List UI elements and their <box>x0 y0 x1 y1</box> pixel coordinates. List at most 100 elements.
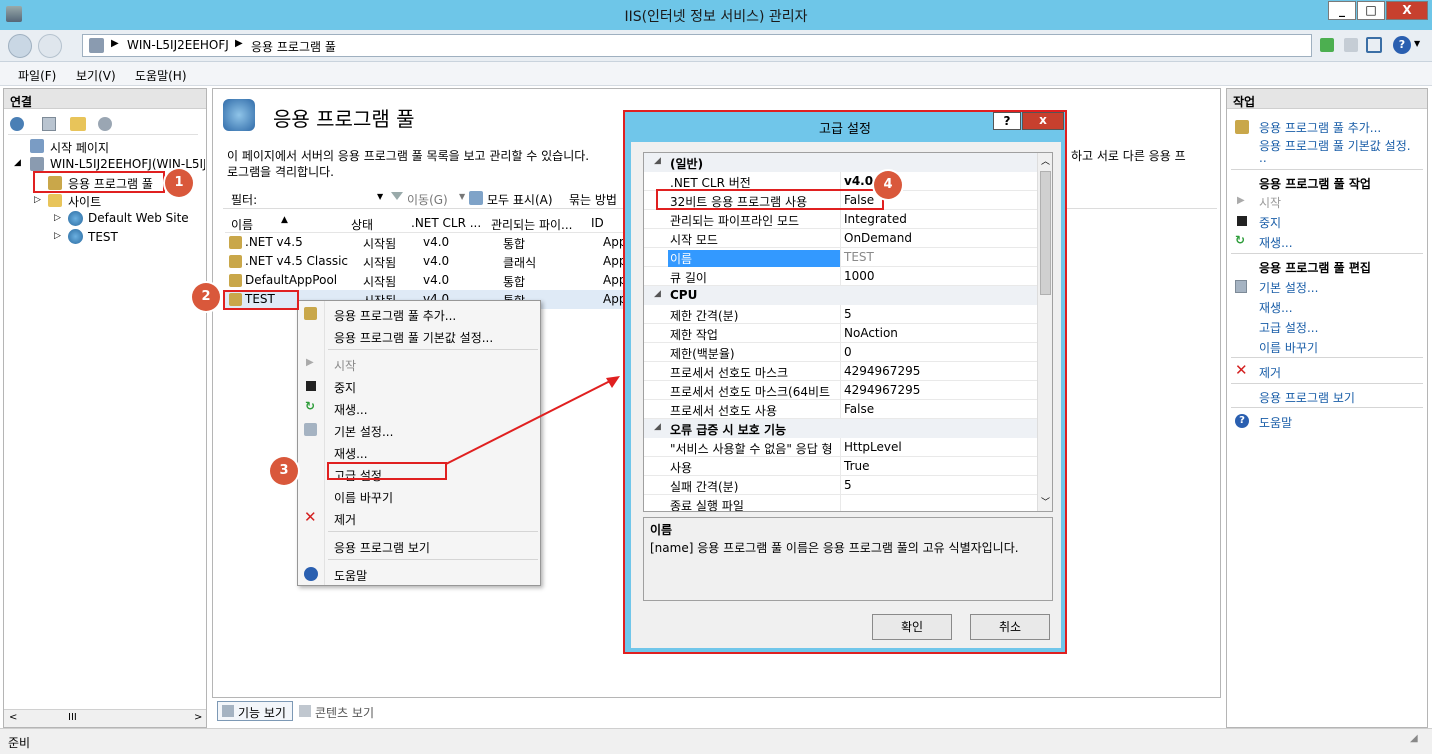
scroll-down-icon[interactable]: ﹀ <box>1041 495 1050 508</box>
property-row[interactable]: 제한(백분율) 0 <box>644 343 1037 362</box>
property-row[interactable]: "서비스 사용할 수 없음" 응답 형 HttpLevel <box>644 438 1037 457</box>
scroll-right-icon[interactable]: > <box>194 712 202 723</box>
property-category[interactable]: ◢ 오류 급증 시 보호 기능 <box>644 419 1038 438</box>
property-row[interactable]: 실패 간격(분) 5 <box>644 476 1037 495</box>
property-row[interactable]: 큐 길이 1000 <box>644 267 1037 286</box>
tree-sites[interactable]: 사이트 <box>68 193 101 210</box>
scroll-left-icon[interactable]: < <box>9 712 17 723</box>
property-value[interactable]: 4294967295 <box>844 383 920 397</box>
property-value[interactable]: OnDemand <box>844 231 912 245</box>
property-row[interactable]: 프로세서 선호도 마스크(64비트 4294967295 <box>644 381 1037 400</box>
scroll-thumb[interactable] <box>1040 171 1051 295</box>
property-category[interactable]: ◢ CPU <box>644 286 1038 305</box>
refresh-icon[interactable] <box>1320 38 1334 52</box>
action-remove[interactable]: 제거 <box>1259 364 1281 381</box>
action-add-pool[interactable]: 응용 프로그램 풀 추가... <box>1259 119 1381 136</box>
ctx-view-applications[interactable]: 응용 프로그램 보기 <box>298 535 540 557</box>
property-value[interactable]: 1000 <box>844 269 875 283</box>
connect-icon[interactable] <box>10 117 24 131</box>
minimize-button[interactable]: _ <box>1328 1 1356 20</box>
property-value[interactable]: NoAction <box>844 326 898 340</box>
scroll-thumb[interactable]: III <box>68 712 77 723</box>
ctx-rename[interactable]: 이름 바꾸기 <box>298 485 540 507</box>
property-value[interactable]: v4.0 <box>844 174 873 188</box>
tree-default-web-site[interactable]: Default Web Site <box>88 211 189 225</box>
property-value[interactable]: 5 <box>844 478 852 492</box>
back-button[interactable] <box>8 34 32 58</box>
property-value[interactable]: TEST <box>844 250 874 264</box>
action-recycle-settings[interactable]: 재생... <box>1259 299 1293 316</box>
ok-button[interactable]: 확인 <box>872 614 952 640</box>
cancel-button[interactable]: 취소 <box>970 614 1050 640</box>
table-row[interactable]: .NET v4.5 시작됨 v4.0 통합 Applic <box>225 233 640 252</box>
action-set-defaults-cont[interactable]: .. <box>1259 151 1267 165</box>
property-row[interactable]: 이름 TEST <box>644 248 1037 267</box>
tree-test-site[interactable]: TEST <box>88 230 118 244</box>
filter-dropdown-icon[interactable]: ▼ <box>377 192 383 201</box>
action-advanced-settings[interactable]: 고급 설정... <box>1259 319 1318 336</box>
forward-button[interactable] <box>38 34 62 58</box>
property-row[interactable]: 프로세서 선호도 사용 False <box>644 400 1037 419</box>
expand-icon[interactable]: ▷ <box>54 231 61 241</box>
tree-start-page[interactable]: 시작 페이지 <box>50 139 109 156</box>
property-row[interactable]: 프로세서 선호도 마스크 4294967295 <box>644 362 1037 381</box>
action-stop[interactable]: 중지 <box>1259 214 1281 231</box>
action-start[interactable]: 시작 <box>1259 194 1281 211</box>
property-row[interactable]: 사용 True <box>644 457 1037 476</box>
breadcrumb-server[interactable]: WIN-L5IJ2EEHOFJ <box>127 38 229 52</box>
property-value[interactable]: True <box>844 459 870 473</box>
menu-help[interactable]: 도움말(H) <box>135 67 187 84</box>
collapse-icon[interactable]: ◢ <box>654 422 661 432</box>
property-value[interactable]: 0 <box>844 345 852 359</box>
expand-icon[interactable]: ▷ <box>54 213 61 223</box>
ctx-help[interactable]: 도움말 <box>298 563 540 585</box>
column-clr[interactable]: .NET CLR ... <box>411 216 481 230</box>
tab-content-view[interactable]: 콘텐츠 보기 <box>315 704 374 721</box>
property-row[interactable]: 관리되는 파이프라인 모드 Integrated <box>644 210 1037 229</box>
dialog-help-button[interactable]: ? <box>993 112 1021 130</box>
expand-icon[interactable]: ▷ <box>34 195 41 205</box>
action-basic-settings[interactable]: 기본 설정... <box>1259 279 1318 296</box>
property-scrollbar[interactable]: ︿ ﹀ <box>1037 153 1052 511</box>
expand-icon[interactable]: ◢ <box>14 158 21 168</box>
up-folder-icon[interactable] <box>70 117 86 131</box>
action-view-applications[interactable]: 응용 프로그램 보기 <box>1259 389 1355 406</box>
column-pipeline[interactable]: 관리되는 파이... <box>491 216 573 233</box>
horizontal-scrollbar[interactable]: < III > <box>4 709 206 727</box>
property-row[interactable]: 시작 모드 OnDemand <box>644 229 1037 248</box>
filter-go-button[interactable]: 이동(G) <box>407 191 448 208</box>
dialog-close-button[interactable]: x <box>1022 112 1064 130</box>
property-row[interactable]: 제한 작업 NoAction <box>644 324 1037 343</box>
maximize-button[interactable]: □ <box>1357 1 1385 20</box>
action-help[interactable]: 도움말 <box>1259 414 1292 431</box>
table-row[interactable]: .NET v4.5 Classic 시작됨 v4.0 클래식 Applic <box>225 252 640 271</box>
property-value[interactable]: 4294967295 <box>844 364 920 378</box>
action-rename[interactable]: 이름 바꾸기 <box>1259 339 1318 356</box>
group-by-button[interactable]: 묶는 방법 <box>569 191 617 208</box>
help-icon[interactable]: ? <box>1393 36 1411 54</box>
go-dropdown-icon[interactable]: ▼ <box>459 192 465 201</box>
column-status[interactable]: 상태 <box>351 216 373 233</box>
show-all-button[interactable]: 모두 표시(A) <box>487 191 553 208</box>
property-value[interactable]: 5 <box>844 307 852 321</box>
breadcrumb[interactable]: ▶ WIN-L5IJ2EEHOFJ ▶ 응용 프로그램 풀 <box>82 34 1312 57</box>
save-icon[interactable] <box>42 117 56 131</box>
collapse-icon[interactable]: ◢ <box>654 156 661 166</box>
property-value[interactable]: False <box>844 402 874 416</box>
property-row[interactable]: 제한 간격(분) 5 <box>644 305 1037 324</box>
table-row[interactable]: DefaultAppPool 시작됨 v4.0 통합 Applic <box>225 271 640 290</box>
collapse-icon[interactable]: ◢ <box>654 289 661 299</box>
disconnect-icon[interactable] <box>98 117 112 131</box>
property-row[interactable]: 종료 실행 파일 <box>644 495 1037 511</box>
property-value[interactable]: HttpLevel <box>844 440 902 454</box>
menu-view[interactable]: 보기(V) <box>76 67 116 84</box>
property-value[interactable]: Integrated <box>844 212 907 226</box>
ctx-set-defaults[interactable]: 응용 프로그램 풀 기본값 설정... <box>298 325 540 347</box>
home-icon[interactable] <box>1366 37 1382 53</box>
column-identity[interactable]: ID <box>591 216 604 230</box>
scroll-up-icon[interactable]: ︿ <box>1041 154 1050 167</box>
stop-icon[interactable] <box>1344 38 1358 52</box>
ctx-remove[interactable]: ✕ 제거 <box>298 507 540 529</box>
column-name[interactable]: 이름 <box>231 216 253 233</box>
action-set-defaults[interactable]: 응용 프로그램 풀 기본값 설정. <box>1259 137 1411 154</box>
